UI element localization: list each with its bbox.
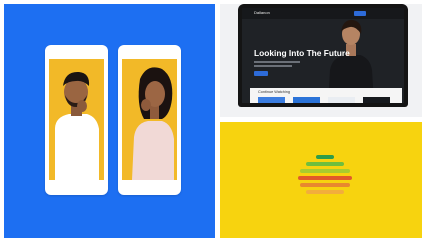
brand-graphic-tile[interactable] <box>220 122 422 238</box>
continue-watching-row: Continue Watching <box>250 88 402 103</box>
video-thumbnail[interactable] <box>363 97 390 103</box>
laptop: Dallanon Looking Into The Future Continu… <box>238 4 408 107</box>
hero-description-line <box>254 65 292 67</box>
stripe <box>316 155 334 159</box>
stripe <box>300 183 350 187</box>
row-title: Continue Watching <box>258 90 290 94</box>
phone-right <box>118 45 181 195</box>
phone-left <box>45 45 108 195</box>
man-illustration <box>55 71 99 180</box>
phone-screen-left <box>49 59 104 180</box>
woman-illustration <box>132 67 174 180</box>
stripe <box>300 169 350 173</box>
watch-button[interactable] <box>254 71 268 76</box>
laptop-screen: Dallanon Looking Into The Future Continu… <box>242 8 404 103</box>
video-thumbnail[interactable] <box>258 97 285 103</box>
stripe <box>306 162 344 166</box>
video-call-tile[interactable] <box>4 4 215 238</box>
video-thumbnail[interactable] <box>293 97 320 103</box>
phone-screen-right <box>122 59 177 180</box>
hero-title: Looking Into The Future <box>254 48 350 58</box>
video-thumbnail[interactable] <box>328 97 355 103</box>
stripe <box>306 190 344 194</box>
hero-description <box>254 61 300 63</box>
streaming-app-tile[interactable]: Dallanon Looking Into The Future Continu… <box>220 4 422 117</box>
stripe <box>298 176 352 180</box>
